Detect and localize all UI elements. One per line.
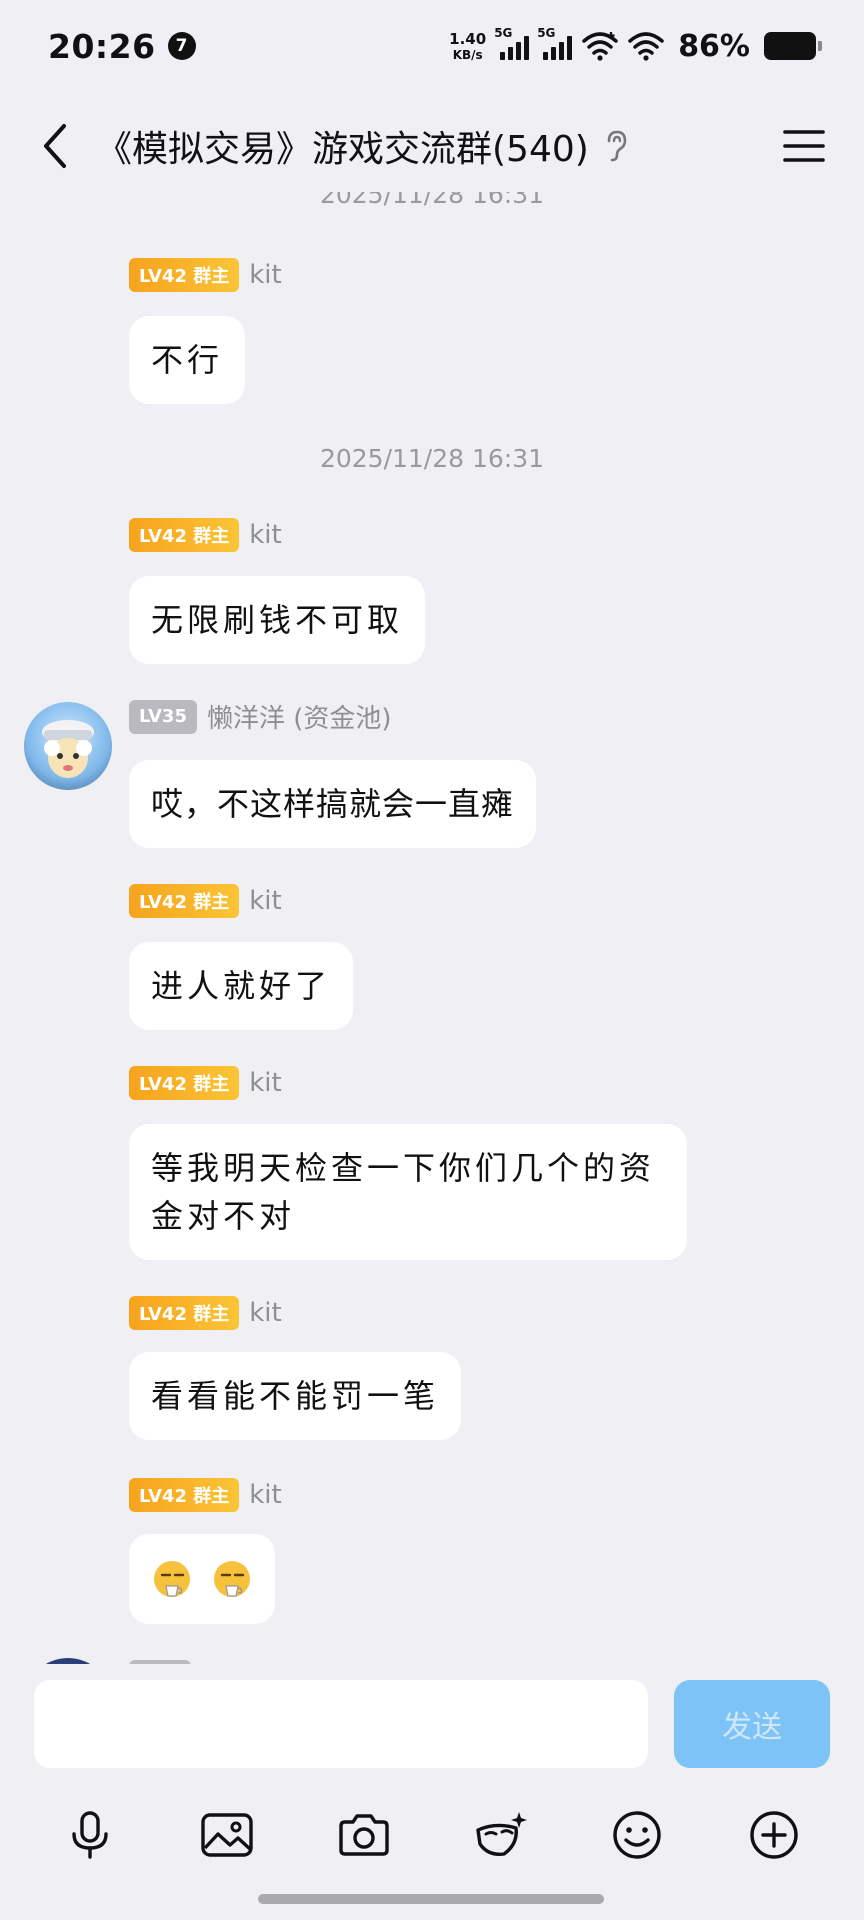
- sender-row: LV42 群主 kit: [129, 884, 282, 918]
- chat-title[interactable]: 《模拟交易》游戏交流群(540): [96, 120, 589, 172]
- sender-name[interactable]: kit: [249, 260, 281, 290]
- signal-label-2: 5G: [537, 26, 556, 40]
- message-timestamp: 2025/11/28 16:31: [319, 192, 545, 209]
- ear-icon[interactable]: [603, 129, 631, 163]
- signal-5g-icon-1: 5G: [494, 26, 530, 60]
- camera-button[interactable]: [332, 1803, 396, 1867]
- sheep-avatar-icon: [42, 720, 94, 778]
- wifi-icon: [628, 32, 664, 61]
- sender-name[interactable]: kit: [249, 520, 281, 550]
- sender-name[interactable]: kit: [249, 1298, 281, 1328]
- message-bubble[interactable]: 看看能不能罚一笔: [129, 1352, 462, 1440]
- signal-5g-icon-2: 5G: [537, 26, 573, 60]
- sender-row: LV35 懒洋洋 (资金池): [129, 698, 392, 735]
- level-owner-badge: LV42 群主: [129, 1478, 240, 1512]
- status-time: 20:26: [48, 26, 156, 66]
- sender-row: LV42 群主 kit: [129, 1478, 282, 1512]
- ai-mask-button[interactable]: [468, 1803, 532, 1867]
- chat-header: 《模拟交易》游戏交流群(540): [0, 100, 864, 192]
- sender-name[interactable]: kit: [249, 1480, 281, 1510]
- avatar[interactable]: [24, 702, 112, 790]
- level-owner-badge: LV42 群主: [129, 1066, 240, 1100]
- sender-name[interactable]: 懒洋洋 (资金池): [207, 698, 392, 735]
- signal-label-1: 5G: [494, 26, 513, 40]
- sender-row: LV42 群主 kit: [129, 1296, 282, 1330]
- message-bubble[interactable]: 哎，不这样搞就会一直瘫: [129, 760, 537, 848]
- input-area: 发送: [0, 1664, 864, 1920]
- message-timestamp: 2025/11/28 16:31: [319, 444, 545, 473]
- message-bubble[interactable]: 进人就好了: [129, 942, 354, 1030]
- wifi-plus-icon: [582, 32, 618, 61]
- status-left: 20:26 7: [48, 27, 196, 66]
- status-bar: 20:26 7 1.40 KB/s 5G 5G 86%: [0, 0, 864, 92]
- microphone-icon: [72, 1811, 109, 1859]
- sender-row: LV42 群主 kit: [129, 258, 282, 292]
- sparkle-mask-icon: [476, 1812, 528, 1856]
- chevron-left-icon: [44, 124, 66, 168]
- level-owner-badge: LV42 群主: [129, 884, 240, 918]
- notification-count-badge: 7: [167, 32, 196, 60]
- status-right: 1.40 KB/s 5G 5G 86%: [449, 26, 822, 64]
- gallery-button[interactable]: [195, 1803, 259, 1867]
- level-badge: LV35: [129, 699, 197, 734]
- level-owner-badge: LV42 群主: [129, 1296, 240, 1330]
- battery-percentage: 86%: [678, 28, 750, 64]
- network-speed-value: 1.40: [449, 29, 487, 48]
- tea-drinking-emoji-icon: [154, 1560, 190, 1597]
- sender-name[interactable]: kit: [249, 886, 281, 916]
- voice-button[interactable]: [58, 1803, 122, 1867]
- message-bubble[interactable]: [129, 1534, 276, 1624]
- sender-row: LV42 群主 kit: [129, 1066, 282, 1100]
- level-owner-badge: LV42 群主: [129, 258, 240, 292]
- home-indicator[interactable]: [258, 1894, 604, 1904]
- sender-row: LV42 群主 kit: [129, 518, 282, 552]
- message-text-line: 等我明天检查一下你们几个的资: [151, 1149, 656, 1187]
- menu-button[interactable]: [774, 116, 834, 176]
- network-speed: 1.40 KB/s: [449, 29, 487, 62]
- message-text-line: 金对不对: [151, 1197, 296, 1235]
- emoji-button[interactable]: [605, 1803, 669, 1867]
- message-input[interactable]: [34, 1680, 648, 1768]
- message-bubble[interactable]: 无限刷钱不可取: [129, 576, 426, 664]
- level-owner-badge: LV42 群主: [129, 518, 240, 552]
- more-button[interactable]: [742, 1803, 806, 1867]
- camera-icon: [338, 1814, 389, 1856]
- input-toolbar: [0, 1790, 864, 1880]
- tea-drinking-emoji-icon: [214, 1560, 251, 1597]
- send-button[interactable]: 发送: [674, 1680, 830, 1768]
- sender-name[interactable]: kit: [249, 1068, 281, 1098]
- smiley-icon: [613, 1811, 661, 1859]
- message-bubble[interactable]: 不行: [129, 316, 246, 404]
- battery-icon: [764, 32, 822, 60]
- image-icon: [201, 1813, 253, 1857]
- back-button[interactable]: [30, 116, 80, 176]
- network-speed-unit: KB/s: [452, 47, 483, 62]
- plus-circle-icon: [749, 1811, 798, 1859]
- hamburger-menu-icon: [783, 130, 825, 162]
- message-list[interactable]: 2025/11/28 16:31 LV42 群主 kit 不行 2025/11/…: [0, 192, 864, 1664]
- message-bubble[interactable]: 等我明天检查一下你们几个的资 金对不对: [129, 1124, 687, 1260]
